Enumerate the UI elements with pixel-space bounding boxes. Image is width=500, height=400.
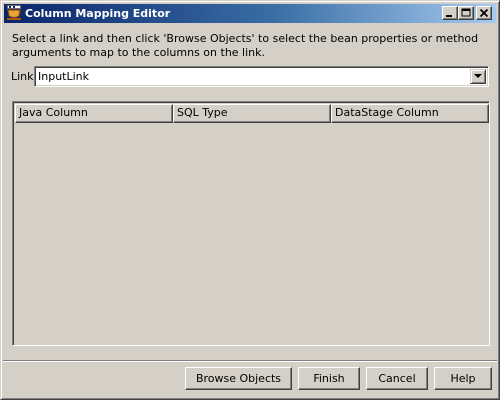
java-cup-icon — [6, 5, 22, 21]
help-button[interactable]: Help — [434, 367, 492, 390]
divider — [3, 360, 497, 362]
column-header-sql-type[interactable]: SQL Type — [173, 104, 331, 123]
column-mapping-editor-window: Column Mapping Editor Select a link and … — [0, 0, 500, 400]
cancel-button[interactable]: Cancel — [366, 367, 428, 390]
close-icon — [479, 8, 489, 18]
link-dropdown-value: InputLink — [38, 70, 90, 83]
maximize-icon — [461, 8, 471, 17]
link-dropdown-button[interactable] — [470, 69, 486, 84]
grid-header: Java Column SQL Type DataStage Column — [15, 104, 489, 123]
column-header-datastage[interactable]: DataStage Column — [331, 104, 489, 123]
maximize-button[interactable] — [458, 6, 474, 20]
title-bar[interactable]: Column Mapping Editor — [4, 4, 496, 23]
column-mapping-grid[interactable]: Java Column SQL Type DataStage Column — [12, 101, 490, 346]
finish-button[interactable]: Finish — [298, 367, 360, 390]
minimize-button[interactable] — [442, 6, 458, 20]
browse-objects-button[interactable]: Browse Objects — [185, 367, 292, 390]
instructions-text: Select a link and then click 'Browse Obj… — [12, 32, 479, 59]
link-dropdown[interactable]: InputLink — [34, 66, 489, 87]
minimize-icon — [446, 15, 452, 17]
close-button[interactable] — [476, 6, 492, 20]
chevron-down-icon — [474, 74, 482, 78]
column-header-java[interactable]: Java Column — [15, 104, 173, 123]
window-title: Column Mapping Editor — [25, 7, 171, 20]
